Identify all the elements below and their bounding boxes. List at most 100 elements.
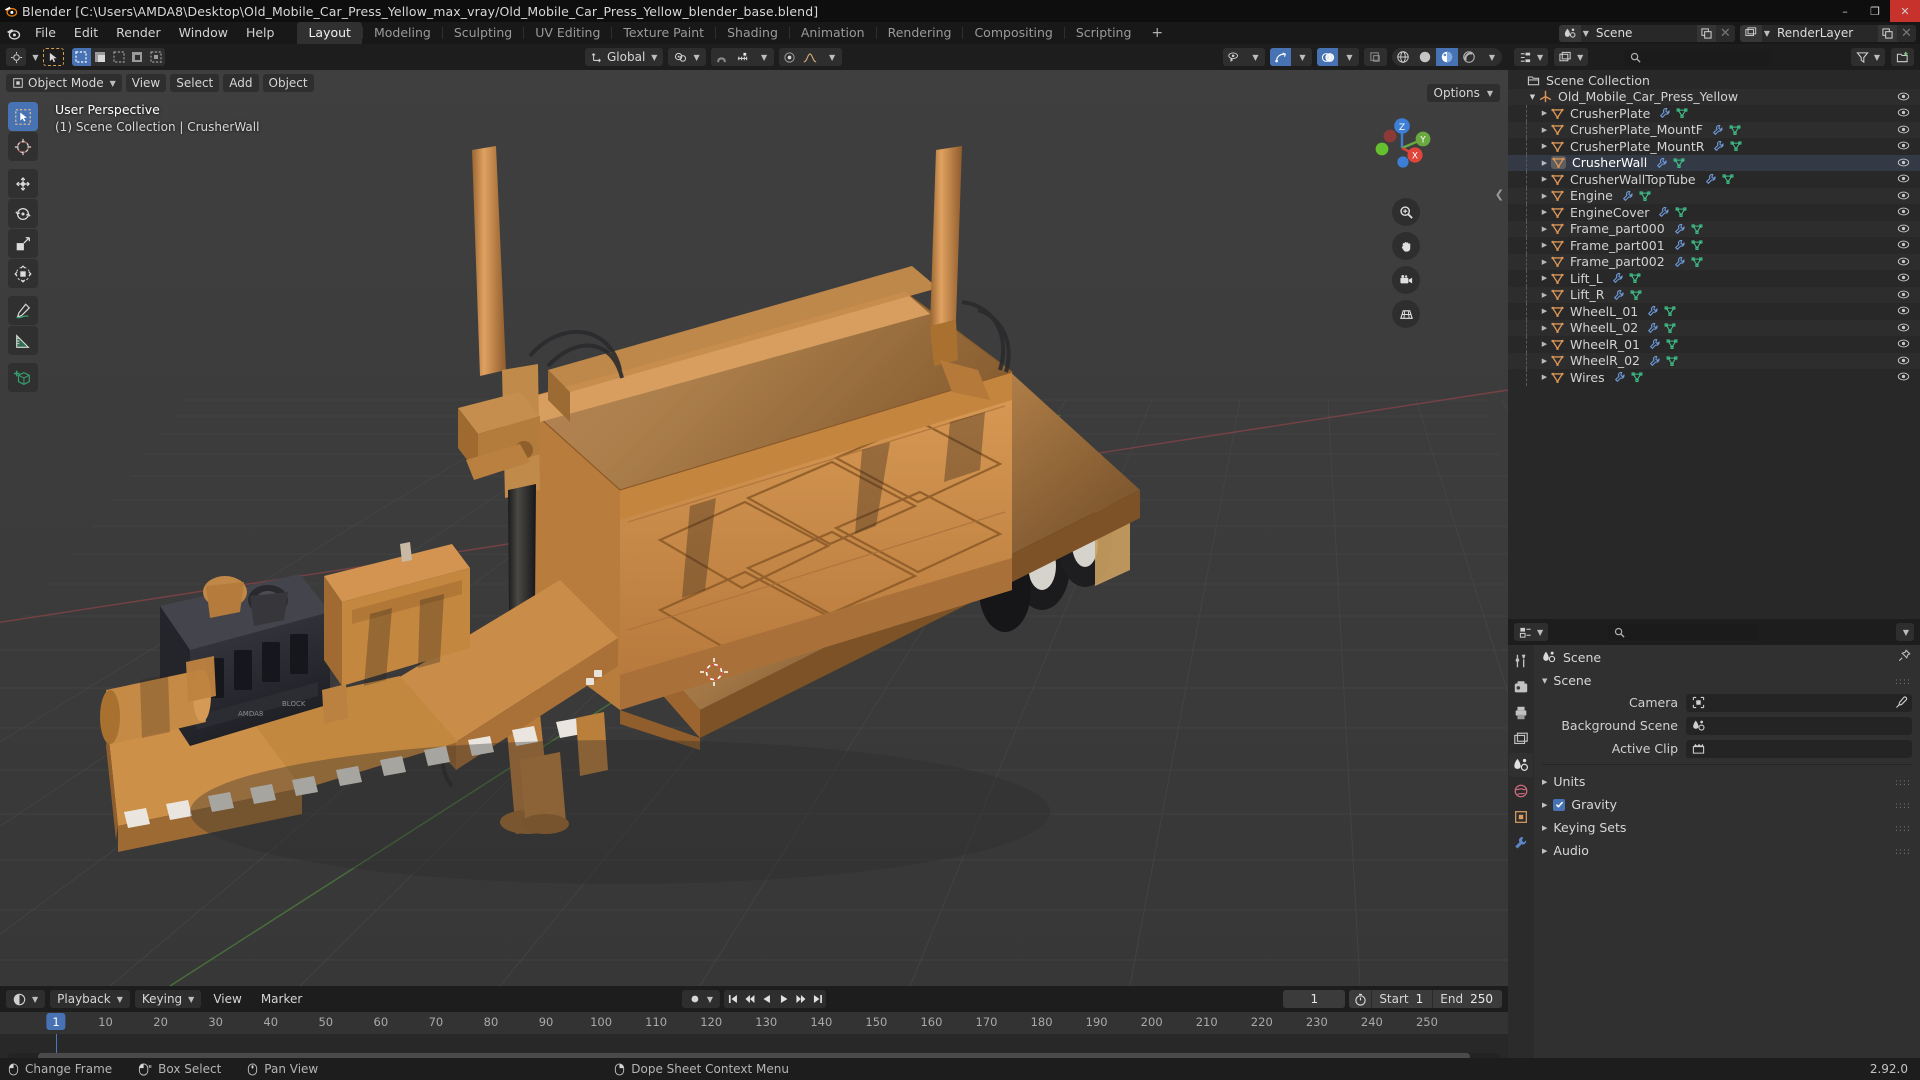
xray-toggle-icon[interactable] — [1364, 48, 1387, 66]
outliner-row-engine[interactable]: ▶ Engine — [1508, 187, 1920, 204]
mesh-data-icon[interactable] — [1676, 107, 1688, 119]
outliner-row-frame-part001[interactable]: ▶ Frame_part001 — [1508, 237, 1920, 254]
panel-units[interactable]: ▶ Units :::: — [1534, 770, 1920, 793]
timeline-editor[interactable]: ▼ Playback ▼ Keying ▼ View Marker ▼ 1 St… — [0, 986, 1508, 1062]
select-extend-icon[interactable] — [90, 48, 110, 66]
mesh-data-icon[interactable] — [1631, 371, 1643, 383]
material-preview-shading-icon[interactable] — [1436, 48, 1458, 66]
visibility-eye-icon[interactable] — [1897, 106, 1910, 119]
jump-to-start-icon[interactable] — [724, 990, 741, 1008]
delete-view-layer-button[interactable]: ✕ — [1897, 24, 1916, 42]
tool-move[interactable] — [8, 169, 38, 198]
new-collection-button[interactable] — [1891, 48, 1914, 66]
tool-cursor[interactable] — [8, 132, 38, 161]
pan-hand-icon[interactable] — [1392, 232, 1420, 260]
viewport-menu-object[interactable]: Object — [262, 74, 314, 92]
visibility-eye-icon[interactable] — [1897, 156, 1910, 169]
outliner-row-wheell-02[interactable]: ▶ WheelL_02 — [1508, 319, 1920, 336]
tool-annotate[interactable] — [8, 296, 38, 325]
visibility-eye-icon[interactable] — [1897, 304, 1910, 317]
mesh-data-icon[interactable] — [1691, 223, 1703, 235]
mesh-data-icon[interactable] — [1729, 124, 1741, 136]
tab-layout[interactable]: Layout — [297, 22, 362, 44]
select-intersect-icon[interactable] — [146, 48, 166, 66]
visibility-eye-icon[interactable] — [1897, 321, 1910, 334]
chevron-down-icon[interactable]: ▼ — [1338, 48, 1359, 66]
mesh-data-icon[interactable] — [1666, 338, 1678, 350]
modifier-icon[interactable] — [1612, 272, 1624, 284]
chevron-right-icon[interactable]: ▶ — [1538, 109, 1551, 117]
editor-type-selector[interactable]: ▼ — [1514, 48, 1549, 66]
mesh-data-icon[interactable] — [1666, 355, 1678, 367]
chevron-right-icon[interactable]: ▶ — [1538, 208, 1551, 216]
outliner-row-wheelr-01[interactable]: ▶ WheelR_01 — [1508, 336, 1920, 353]
modifier-icon[interactable] — [1674, 223, 1686, 235]
blender-menu-icon[interactable] — [0, 22, 26, 44]
gravity-checkbox[interactable] — [1553, 798, 1566, 811]
visibility-eye-icon[interactable] — [1897, 337, 1910, 350]
modifier-icon[interactable] — [1658, 206, 1670, 218]
pin-id-icon[interactable] — [1898, 649, 1911, 662]
visibility-eye-icon[interactable] — [1897, 189, 1910, 202]
outliner-row-frame-part002[interactable]: ▶ Frame_part002 — [1508, 253, 1920, 270]
timeline-menu-keying[interactable]: Keying ▼ — [134, 990, 202, 1008]
viewport-menu-select[interactable]: Select — [170, 74, 220, 92]
timeline-menu-playback[interactable]: Playback ▼ — [50, 990, 130, 1008]
chevron-right-icon[interactable]: ▶ — [1538, 225, 1551, 233]
properties-search-field[interactable] — [1608, 623, 1759, 641]
select-new-icon[interactable] — [72, 48, 91, 66]
outliner-editor[interactable]: ▼ ▼ ▼ Scene Collection ▼ Old_Mobile_Car_… — [1508, 44, 1920, 619]
mesh-data-icon[interactable] — [1691, 239, 1703, 251]
perspective-toggle-icon[interactable] — [1392, 300, 1420, 328]
outliner-row-enginecover[interactable]: ▶ EngineCover — [1508, 204, 1920, 221]
select-subtract-icon[interactable] — [109, 48, 129, 66]
properties-tab-object[interactable] — [1509, 805, 1533, 829]
timeline-ruler[interactable]: 10 20 30 40 50 60 70 80 90 100 110 120 130 140 150 160 1… — [0, 1012, 1508, 1034]
menu-render[interactable]: Render — [107, 22, 170, 44]
modifier-icon[interactable] — [1656, 157, 1668, 169]
mesh-data-icon[interactable] — [1629, 272, 1641, 284]
close-button[interactable]: ✕ — [1890, 0, 1920, 22]
zoom-icon[interactable] — [1392, 198, 1420, 226]
chevron-down-icon[interactable]: ▼ — [1291, 48, 1312, 66]
chevron-down-icon[interactable]: ▼ — [753, 48, 774, 66]
chevron-down-icon[interactable]: ▼ — [1244, 48, 1265, 66]
modifier-icon[interactable] — [1674, 239, 1686, 251]
outliner-row-lift-r[interactable]: ▶ Lift_R — [1508, 286, 1920, 303]
properties-tab-tool[interactable] — [1509, 649, 1533, 673]
mesh-data-icon[interactable] — [1730, 140, 1742, 152]
add-workspace-button[interactable]: + — [1142, 22, 1172, 44]
mesh-data-icon[interactable] — [1630, 289, 1642, 301]
falloff-curve-icon[interactable] — [800, 48, 821, 66]
object-visibility-icon[interactable] — [1223, 48, 1244, 66]
tab-scripting[interactable]: Scripting — [1065, 22, 1143, 44]
minimize-button[interactable]: – — [1830, 0, 1860, 22]
properties-tab-view-layer[interactable] — [1509, 727, 1533, 751]
tool-transform[interactable] — [8, 259, 38, 288]
snap-increment-icon[interactable] — [732, 48, 753, 66]
panel-keying-sets[interactable]: ▶ Keying Sets :::: — [1534, 816, 1920, 839]
tool-add-cube[interactable] — [8, 363, 38, 392]
chevron-down-icon[interactable]: ▼ — [1526, 93, 1539, 101]
chevron-down-icon[interactable]: ▼ — [32, 53, 38, 62]
viewport-menu-view[interactable]: View — [125, 74, 167, 92]
tab-shading[interactable]: Shading — [716, 22, 789, 44]
snap-pivot-selector[interactable]: ▼ — [668, 48, 706, 66]
active-clip-field[interactable] — [1686, 739, 1912, 758]
rendered-shading-icon[interactable] — [1458, 48, 1480, 66]
chevron-right-icon[interactable]: ▶ — [1538, 357, 1551, 365]
visibility-eye-icon[interactable] — [1897, 123, 1910, 136]
chevron-right-icon[interactable]: ▶ — [1538, 274, 1551, 282]
outliner-row-crusherplate-mountr[interactable]: ▶ CrusherPlate_MountR — [1508, 138, 1920, 155]
navigation-gizmo[interactable]: Z Y X — [1364, 110, 1440, 186]
tool-tweak-select-box[interactable] — [8, 102, 38, 131]
panel-scene[interactable]: ▼ Scene :::: — [1534, 669, 1920, 692]
show-gizmo-icon[interactable] — [1270, 48, 1291, 66]
outliner-search-field[interactable] — [1624, 48, 1773, 66]
new-view-layer-button[interactable] — [1878, 24, 1897, 42]
menu-file[interactable]: File — [26, 22, 65, 44]
tool-measure[interactable] — [8, 326, 38, 355]
new-scene-button[interactable] — [1696, 24, 1716, 42]
menu-window[interactable]: Window — [170, 22, 237, 44]
timeline-menu-view[interactable]: View — [206, 990, 248, 1008]
